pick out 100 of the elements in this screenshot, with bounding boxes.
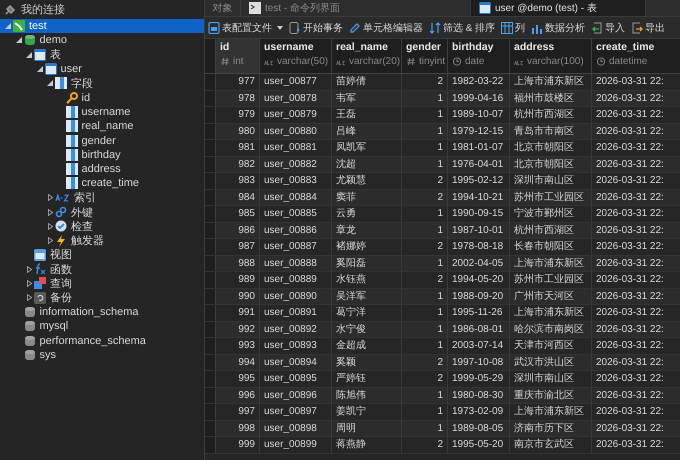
caret-icon <box>277 26 283 30</box>
table-cell: 深圳市南山区 <box>510 371 592 386</box>
table-cell: 奚阳磊 <box>332 256 402 271</box>
table-icon <box>44 63 56 76</box>
column-header[interactable]: gender tinyint <box>402 39 448 73</box>
column-header[interactable]: id int <box>216 39 260 73</box>
table-cell: 青岛市市南区 <box>510 124 592 139</box>
caret-icon[interactable] <box>48 222 52 230</box>
table-cell: 广州市天河区 <box>510 288 592 304</box>
table-cell: 2026-03-31 22: <box>592 156 680 172</box>
tree-item[interactable]: birthday <box>0 148 204 162</box>
tree-item[interactable]: test <box>0 19 204 34</box>
column-header[interactable]: birthday date <box>448 39 510 73</box>
caret-icon[interactable] <box>48 194 52 202</box>
tree-item[interactable]: 索引 <box>0 190 204 205</box>
tab[interactable]: test - 命令列界面 <box>241 0 471 16</box>
table-cell: 北京市朝阳区 <box>510 140 592 156</box>
tree-item[interactable]: user <box>0 62 204 76</box>
toolbar-button[interactable]: 导出 <box>628 20 668 34</box>
table-cell: 983 <box>216 173 260 188</box>
clock-icon <box>596 57 606 66</box>
toolbar-button[interactable]: 表配置文件 <box>205 20 286 34</box>
table-cell: 2026-03-31 22: <box>592 371 680 386</box>
table-cell: 1995-02-12 <box>448 173 510 188</box>
grid-icon <box>501 22 514 34</box>
document-icon <box>208 22 220 34</box>
import-icon <box>591 22 604 34</box>
table-cell: 2026-03-31 22: <box>592 354 680 370</box>
tree-item[interactable]: create_time <box>0 176 204 191</box>
tree-item[interactable]: performance_schema <box>0 334 204 348</box>
tree-item[interactable]: 触发器 <box>0 233 204 248</box>
table-cell: 陈旭伟 <box>332 388 402 403</box>
toolbar-button[interactable]: 筛选 & 排序 <box>426 20 498 34</box>
tree-item[interactable]: real_name <box>0 119 204 134</box>
caret-icon[interactable] <box>47 80 53 86</box>
toolbar-button[interactable]: 列 <box>498 20 528 34</box>
column-header[interactable]: create_time datetime <box>592 39 680 73</box>
toolbar-button[interactable]: 数据分析 <box>528 20 588 34</box>
table-cell: 996 <box>216 388 260 403</box>
tree-item[interactable]: mysql <box>0 319 204 334</box>
tab[interactable]: user @demo (test) - 表 <box>471 0 646 16</box>
tree-item[interactable]: sys <box>0 348 204 362</box>
table-cell: 2002-04-05 <box>448 256 510 271</box>
tree-item[interactable]: 字段 <box>0 76 204 90</box>
toolbar-button[interactable]: 开始事务 <box>286 20 346 34</box>
table-cell: 1 <box>402 388 448 403</box>
tab[interactable]: 对象 <box>205 0 241 16</box>
function-icon <box>34 263 46 276</box>
table-cell: 1986-08-01 <box>448 322 510 337</box>
table-cell: 2026-03-31 22: <box>592 222 680 238</box>
caret-icon[interactable] <box>48 208 52 216</box>
column-header[interactable]: username varchar(50) <box>260 39 332 73</box>
table-cell: 沈超 <box>332 156 402 172</box>
table-cell: 尤颖慧 <box>332 173 402 188</box>
caret-icon[interactable] <box>48 237 52 244</box>
caret-icon[interactable] <box>16 37 22 44</box>
tree-item[interactable]: 查询 <box>0 276 204 291</box>
tree-item[interactable]: address <box>0 162 204 176</box>
column-header[interactable]: real_name varchar(20) <box>332 39 402 73</box>
tree-item[interactable]: 检查 <box>0 219 204 234</box>
table-cell: 上海市浦东新区 <box>510 404 592 420</box>
table-cell: user_00880 <box>260 124 332 139</box>
caret-icon[interactable] <box>26 266 32 273</box>
column-icon <box>55 77 67 90</box>
table-cell: 2 <box>402 239 448 254</box>
caret-icon[interactable] <box>26 294 32 302</box>
tree-item[interactable]: gender <box>0 133 204 148</box>
table-cell: 2026-03-31 22: <box>592 404 680 420</box>
caret-icon[interactable] <box>36 66 42 72</box>
tree-item[interactable]: 表 <box>0 48 204 62</box>
table-cell: 1989-10-07 <box>448 107 510 122</box>
table-cell: 2003-07-14 <box>448 338 510 354</box>
table-cell: 2026-03-31 22: <box>592 90 680 106</box>
tree-item[interactable]: demo <box>0 33 204 48</box>
table-cell: 990 <box>216 288 260 304</box>
table-cell: 997 <box>216 404 260 420</box>
table-cell: user_00889 <box>260 272 332 288</box>
table-cell: 1999-04-16 <box>448 90 510 106</box>
table-cell: 1990-09-15 <box>448 206 510 222</box>
toolbar-button[interactable]: 单元格编辑器 <box>346 20 426 34</box>
tree-item[interactable]: information_schema <box>0 304 204 320</box>
tree-item[interactable]: 视图 <box>0 248 204 262</box>
table-cell: user_00878 <box>260 90 332 106</box>
tree-item[interactable]: 函数 <box>0 262 204 276</box>
tree-item[interactable]: 备份 <box>0 290 204 305</box>
table-cell: 1995-05-20 <box>448 437 510 452</box>
caret-icon[interactable] <box>26 280 32 287</box>
toolbar-button[interactable]: 导入 <box>588 20 628 34</box>
table-cell: 2026-03-31 22: <box>592 107 680 122</box>
table-cell: 上海市浦东新区 <box>510 256 592 271</box>
table-cell: 1 <box>402 322 448 337</box>
table-cell: 2026-03-31 22: <box>592 140 680 156</box>
tree-item[interactable]: id <box>0 90 204 105</box>
database-icon <box>24 334 36 347</box>
caret-icon[interactable] <box>26 52 32 58</box>
column-header[interactable]: address varchar(100) <box>510 39 592 73</box>
tree-item[interactable]: username <box>0 104 204 120</box>
tree-item[interactable]: 外键 <box>0 204 204 220</box>
hash-icon <box>220 57 230 66</box>
table-cell: 重庆市渝北区 <box>510 388 592 403</box>
